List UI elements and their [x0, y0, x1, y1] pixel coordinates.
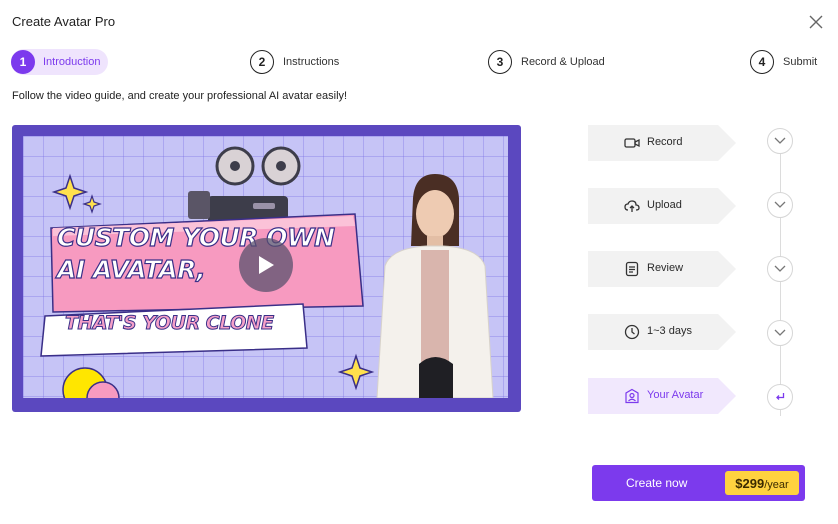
step-number: 3 [488, 50, 512, 74]
step-record-upload[interactable]: 3 Record & Upload [488, 49, 605, 75]
cloud-upload-icon [624, 198, 640, 214]
step-number: 4 [750, 50, 774, 74]
step-label: Introduction [43, 56, 101, 68]
expand-review-button[interactable] [767, 256, 793, 282]
document-icon [624, 261, 640, 277]
price-amount: $299 [735, 476, 765, 491]
chevron-down-icon [774, 329, 786, 336]
page-subtitle: Follow the video guide, and create your … [12, 90, 348, 102]
step-introduction[interactable]: 1 Introduction [11, 49, 109, 75]
your-avatar-enter-button[interactable] [767, 384, 793, 410]
timeline-label: Your Avatar [647, 389, 704, 401]
timeline-item-upload[interactable]: Upload [588, 188, 738, 224]
timeline-label: 1~3 days [647, 325, 692, 337]
timeline-label: Record [647, 136, 683, 148]
timeline-item-processing[interactable]: 1~3 days [588, 314, 738, 350]
chevron-down-icon [774, 265, 786, 272]
video-headline-line-1: CUSTOM YOUR OWN [56, 222, 335, 252]
timeline-item-record[interactable]: Record [588, 125, 738, 161]
clock-icon [624, 324, 640, 340]
play-icon [259, 256, 274, 274]
timeline-label: Upload [647, 199, 682, 211]
timeline-item-your-avatar[interactable]: Your Avatar [588, 378, 738, 414]
create-now-label: Create now [626, 476, 688, 490]
step-label: Submit [783, 56, 818, 68]
close-icon[interactable] [806, 12, 826, 32]
expand-upload-button[interactable] [767, 192, 793, 218]
step-number: 1 [11, 50, 35, 74]
video-camera-icon [624, 135, 640, 151]
avatar-icon [624, 388, 640, 404]
video-headline-line-2: AI AVATAR, [56, 254, 206, 284]
price-period: /year [764, 479, 789, 491]
create-now-button[interactable]: Create now $299 /year [592, 465, 805, 501]
dialog-title: Create Avatar Pro [12, 14, 116, 29]
chevron-down-icon [774, 137, 786, 144]
step-label: Record & Upload [521, 56, 605, 68]
price-badge: $299 /year [725, 471, 799, 495]
expand-processing-button[interactable] [767, 320, 793, 346]
intro-video-player[interactable]: CUSTOM YOUR OWN AI AVATAR, THAT'S YOUR C… [12, 125, 521, 412]
play-button[interactable] [239, 238, 293, 292]
timeline-label: Review [647, 262, 684, 274]
chevron-down-icon [774, 201, 786, 208]
step-submit[interactable]: 4 Submit [750, 49, 817, 75]
expand-record-button[interactable] [767, 128, 793, 154]
step-number: 2 [250, 50, 274, 74]
timeline-item-review[interactable]: Review [588, 251, 738, 287]
step-label: Instructions [283, 56, 340, 68]
video-headline-line-3: THAT'S YOUR CLONE [65, 312, 275, 335]
return-arrow-icon [776, 393, 785, 400]
step-instructions[interactable]: 2 Instructions [250, 49, 339, 75]
